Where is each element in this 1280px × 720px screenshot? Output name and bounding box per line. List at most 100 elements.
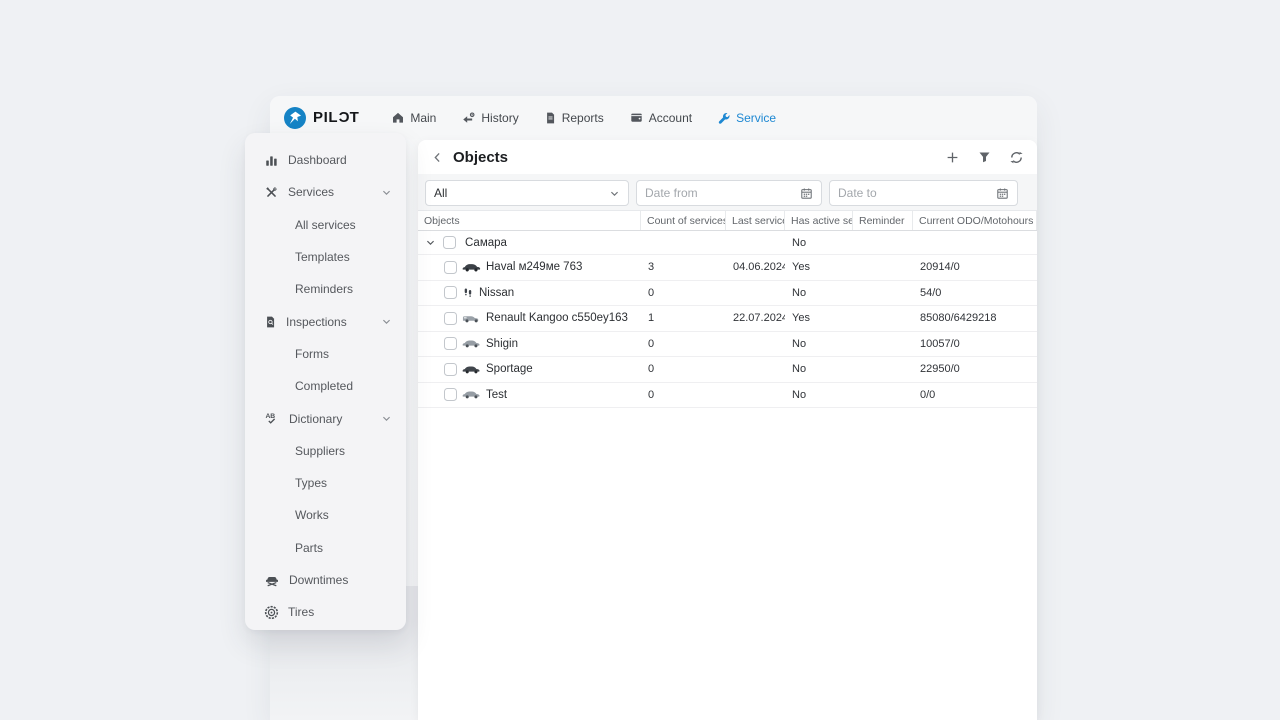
nav-item-label: History	[481, 111, 518, 125]
sidebar-item-suppliers[interactable]: Suppliers	[245, 435, 406, 467]
calendar-icon[interactable]	[996, 187, 1009, 200]
object-name: Renault Kangoo c550ey163	[486, 312, 628, 324]
table-cell: 3	[641, 261, 726, 273]
column-header-reminder: Reminder	[853, 211, 913, 230]
sidebar: Dashboard Services All services Templates Re…	[245, 133, 406, 630]
pilot-logo-icon	[284, 107, 306, 129]
table-cell: 04.06.2024	[726, 261, 785, 273]
vehicle-icon	[462, 286, 474, 299]
table-row[interactable]: Test0No0/0	[418, 383, 1037, 409]
calendar-icon[interactable]	[800, 187, 813, 200]
table-cell: 0	[641, 389, 726, 401]
sidebar-item-parts[interactable]: Parts	[245, 532, 406, 564]
wrench-icon	[717, 111, 731, 125]
car-lift-icon	[264, 573, 280, 588]
sidebar-item-label: Reminders	[295, 282, 353, 296]
sidebar-item-templates[interactable]: Templates	[245, 241, 406, 273]
table-row[interactable]: Shigin0No10057/0	[418, 332, 1037, 358]
date-from-input[interactable]: Date from	[636, 180, 822, 206]
nav-item-main[interactable]: Main	[391, 111, 436, 125]
row-checkbox[interactable]	[444, 312, 457, 325]
chevron-down-icon[interactable]	[381, 413, 392, 424]
sidebar-item-downtimes[interactable]: Downtimes	[245, 564, 406, 596]
sidebar-item-label: All services	[295, 218, 356, 232]
chevron-down-icon[interactable]	[381, 187, 392, 198]
vehicle-icon	[462, 389, 481, 400]
column-header-count: Count of services	[641, 211, 726, 230]
tire-icon	[264, 605, 279, 620]
ab-check-icon: AB	[264, 411, 280, 426]
sidebar-item-dashboard[interactable]: Dashboard	[245, 144, 406, 176]
date-to-input[interactable]: Date to	[829, 180, 1018, 206]
object-name: Shigin	[486, 338, 518, 350]
column-header-odo: Current ODO/Motohours	[913, 211, 1037, 230]
row-checkbox[interactable]	[444, 286, 457, 299]
table-cell: 0/0	[913, 389, 1037, 401]
row-checkbox[interactable]	[443, 236, 456, 249]
brand-name: PILCT	[313, 109, 359, 126]
sidebar-item-label: Dashboard	[288, 153, 347, 167]
top-nav-items: Main History Reports Account Service	[391, 111, 776, 125]
sidebar-item-label: Parts	[295, 541, 323, 555]
object-name: Nissan	[479, 287, 514, 299]
sidebar-item-reminders[interactable]: Reminders	[245, 273, 406, 305]
nav-item-account[interactable]: Account	[629, 111, 692, 125]
table-cell: 22.07.2024	[726, 312, 785, 324]
table-row[interactable]: Nissan0No54/0	[418, 281, 1037, 307]
sidebar-item-dictionary[interactable]: AB Dictionary	[245, 402, 406, 434]
back-chevron-icon[interactable]	[431, 151, 444, 164]
object-type-select[interactable]: All	[425, 180, 629, 206]
refresh-button[interactable]	[1009, 150, 1024, 165]
row-checkbox[interactable]	[444, 261, 457, 274]
sidebar-item-completed[interactable]: Completed	[245, 370, 406, 402]
app-window: PILCT Main History Reports Account Service D…	[270, 96, 1037, 720]
sidebar-item-works[interactable]: Works	[245, 499, 406, 531]
table-cell: No	[785, 338, 853, 350]
nav-item-label: Account	[649, 111, 692, 125]
table-row[interactable]: Haval м249ме 763304.06.2024Yes20914/0	[418, 255, 1037, 281]
add-button[interactable]	[945, 150, 960, 165]
vehicle-icon	[462, 262, 481, 273]
column-header-last: Last service	[726, 211, 785, 230]
objects-panel: Objects All Date from Date to ObjectsCou…	[418, 140, 1037, 720]
table-cell: Yes	[785, 312, 853, 324]
row-checkbox[interactable]	[444, 337, 457, 350]
sidebar-item-label: Works	[295, 508, 329, 522]
report-icon	[544, 111, 557, 125]
group-name: Самара	[465, 237, 507, 249]
filter-button[interactable]	[977, 150, 992, 164]
sidebar-item-types[interactable]: Types	[245, 467, 406, 499]
nav-item-reports[interactable]: Reports	[544, 111, 604, 125]
object-cell: Haval м249ме 763	[418, 261, 641, 274]
row-checkbox[interactable]	[444, 388, 457, 401]
table-row[interactable]: Sportage0No22950/0	[418, 357, 1037, 383]
sidebar-menu: Dashboard Services All services Templates Re…	[245, 144, 406, 628]
table-cell: 85080/6429218	[913, 312, 1037, 324]
sidebar-item-label: Dictionary	[289, 412, 342, 426]
sidebar-item-tires[interactable]: Tires	[245, 596, 406, 628]
vehicle-icon	[462, 364, 481, 375]
row-checkbox[interactable]	[444, 363, 457, 376]
chevron-down-icon[interactable]	[425, 237, 436, 248]
nav-item-label: Reports	[562, 111, 604, 125]
sidebar-item-services[interactable]: Services	[245, 176, 406, 208]
panel-toolbar	[945, 150, 1024, 165]
table-row[interactable]: Renault Kangoo c550ey163 122.07.2024Yes 85…	[418, 306, 1037, 332]
sidebar-item-label: Tires	[288, 605, 314, 619]
sidebar-item-inspections[interactable]: Inspections	[245, 305, 406, 337]
group-row[interactable]: СамараNo	[418, 231, 1037, 255]
sidebar-item-all-services[interactable]: All services	[245, 209, 406, 241]
sidebar-item-label: Inspections	[286, 315, 347, 329]
nav-item-service[interactable]: Service	[717, 111, 776, 125]
sidebar-item-label: Suppliers	[295, 444, 345, 458]
brand-logo[interactable]: PILCT	[284, 107, 359, 129]
sidebar-item-forms[interactable]: Forms	[245, 338, 406, 370]
object-name: Sportage	[486, 363, 533, 375]
tools-icon	[264, 185, 279, 200]
table-cell: 1	[641, 312, 726, 324]
doc-magnifier-icon	[264, 315, 277, 329]
object-name: Haval м249ме 763	[486, 261, 582, 273]
nav-item-history[interactable]: History	[461, 111, 518, 125]
object-cell: Renault Kangoo c550ey163	[418, 312, 641, 325]
chevron-down-icon[interactable]	[381, 316, 392, 327]
